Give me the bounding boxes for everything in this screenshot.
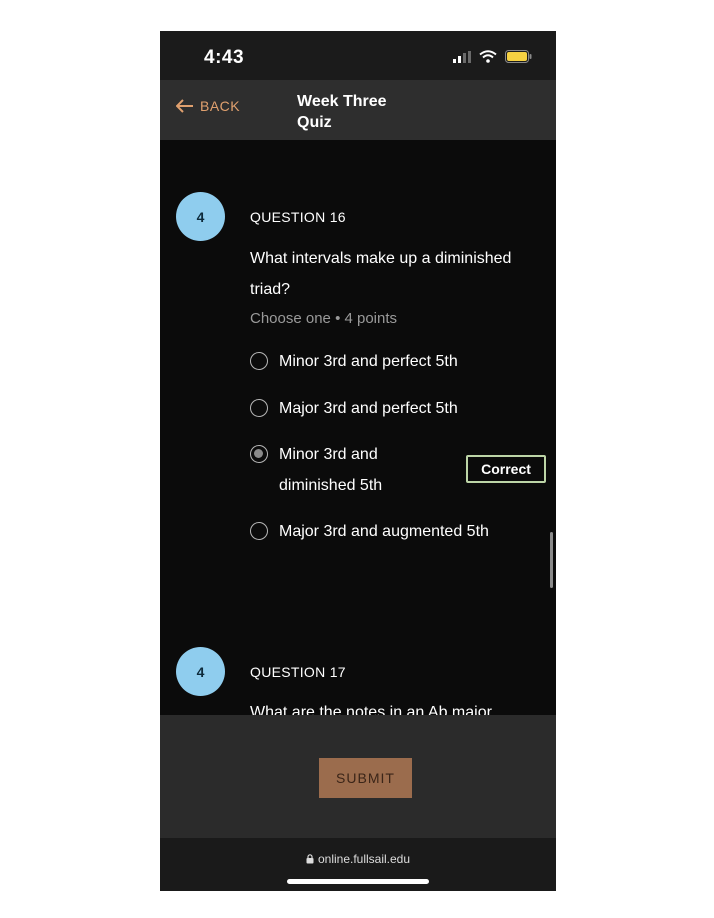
back-label: BACK <box>200 98 241 114</box>
question-number: QUESTION 17 <box>250 664 346 680</box>
answer-option-selected[interactable]: Minor 3rd and diminished 5th <box>250 444 409 501</box>
status-time: 4:43 <box>204 47 245 68</box>
question-text: What intervals make up a diminished tria… <box>250 250 512 298</box>
answer-option[interactable]: Minor 3rd and perfect 5th <box>250 351 458 377</box>
url-text: online.fullsail.edu <box>317 852 411 866</box>
back-arrow-icon <box>176 99 193 113</box>
back-button[interactable]: BACK <box>176 98 240 114</box>
status-bar: 4:43 <box>160 31 556 80</box>
signal-icon <box>453 50 471 63</box>
question-number: QUESTION 16 <box>250 209 346 225</box>
nav-bar: BACK Week Three Quiz <box>160 80 556 140</box>
footer: SUBMIT <box>160 715 556 838</box>
question-points-badge: 4 <box>176 647 225 696</box>
radio-button[interactable] <box>250 352 268 370</box>
answer-label: Major 3rd and augmented 5th <box>279 523 489 540</box>
question-meta: Choose one • 4 points <box>250 310 398 327</box>
answer-label: Minor 3rd and diminished 5th <box>279 446 383 494</box>
question-text: What are the notes in an Ab major <box>250 704 492 715</box>
radio-button[interactable] <box>250 522 268 540</box>
home-indicator[interactable] <box>287 879 429 884</box>
wifi-icon <box>479 50 497 63</box>
battery-icon <box>505 50 532 63</box>
page-title: Week Three Quiz <box>297 93 387 131</box>
question-points-badge: 4 <box>176 192 225 241</box>
radio-button-selected[interactable] <box>250 445 268 463</box>
status-icons <box>453 50 532 63</box>
answer-option[interactable]: Major 3rd and augmented 5th <box>250 521 489 547</box>
submit-button[interactable]: SUBMIT <box>319 758 412 798</box>
answer-label: Major 3rd and perfect 5th <box>279 400 458 417</box>
answer-option[interactable]: Major 3rd and perfect 5th <box>250 398 458 424</box>
scrollbar[interactable] <box>550 532 553 588</box>
phone-screen: 4:43 BACK Week Three Quiz 4 QUESTION 16 … <box>160 31 556 891</box>
radio-button[interactable] <box>250 399 268 417</box>
answer-label: Minor 3rd and perfect 5th <box>279 353 458 370</box>
quiz-content[interactable]: 4 QUESTION 16 What intervals make up a d… <box>160 140 556 715</box>
url-display[interactable]: online.fullsail.edu <box>160 852 556 866</box>
lock-icon <box>306 854 314 864</box>
browser-url-bar[interactable]: online.fullsail.edu <box>160 838 556 891</box>
correct-badge: Correct <box>466 455 546 483</box>
